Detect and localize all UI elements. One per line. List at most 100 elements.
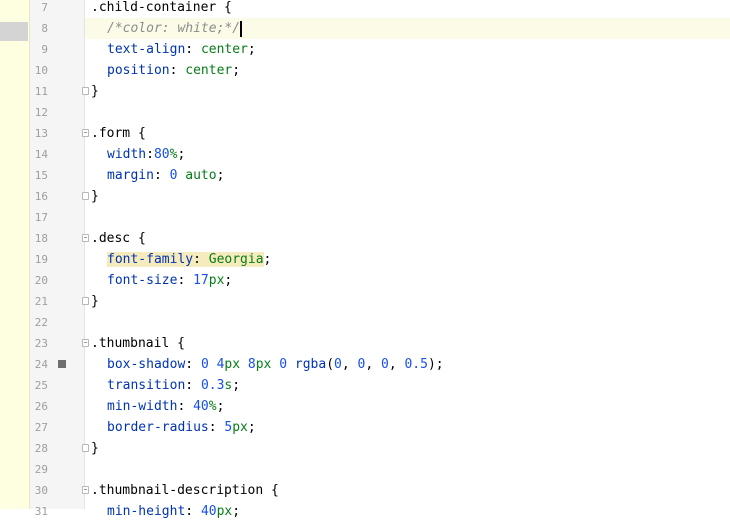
code-line-area[interactable]: font-family: Georgia;	[85, 249, 730, 270]
code-line[interactable]: 24 box-shadow: 0 4px 8px 0 rgba(0, 0, 0, …	[0, 354, 730, 375]
code-token: ;	[232, 378, 241, 393]
code-token: border-radius	[107, 420, 209, 435]
code-line[interactable]: 21}	[0, 291, 730, 312]
code-line[interactable]: 30 .thumbnail-description {	[0, 480, 730, 501]
code-line-area[interactable]: }	[85, 291, 730, 312]
code-line-area[interactable]	[85, 102, 730, 123]
code-line-area[interactable]: .desc {	[85, 228, 730, 249]
code-token: :	[185, 357, 201, 372]
code-line-area[interactable]: box-shadow: 0 4px 8px 0 rgba(0, 0, 0, 0.…	[85, 354, 730, 375]
code-line[interactable]: 14 width:80%;	[0, 144, 730, 165]
code-line-area[interactable]: text-align: center;	[85, 39, 730, 60]
code-line-area[interactable]: border-radius: 5px;	[85, 417, 730, 438]
code-line-area[interactable]: }	[85, 438, 730, 459]
code-line-area[interactable]: .thumbnail {	[85, 333, 730, 354]
code-line[interactable]: 19 font-family: Georgia;	[0, 249, 730, 270]
code-token: ;	[247, 42, 256, 57]
code-line[interactable]: 20 font-size: 17px;	[0, 270, 730, 291]
code-token: /*color: white;*/	[107, 21, 241, 36]
line-number: 15	[34, 169, 48, 182]
code-token: .thumbnail	[91, 336, 170, 351]
code-text: .desc {	[91, 228, 146, 249]
code-line-area[interactable]: width:80%;	[85, 144, 730, 165]
code-line-area[interactable]: .thumbnail-description {	[85, 480, 730, 501]
code-token: px	[224, 357, 241, 372]
code-line[interactable]: 12	[0, 102, 730, 123]
code-token: :	[153, 168, 170, 183]
line-number: 26	[34, 400, 48, 413]
code-line-area[interactable]: min-height: 40px;	[85, 501, 730, 522]
color-swatch-icon[interactable]	[58, 360, 66, 368]
code-line[interactable]: 25 transition: 0.3s;	[0, 375, 730, 396]
code-text: margin: 0 auto;	[91, 165, 224, 186]
code-line-area[interactable]: .form {	[85, 123, 730, 144]
code-line[interactable]: 22	[0, 312, 730, 333]
line-number: 30	[34, 484, 48, 497]
code-text: }	[91, 291, 99, 312]
code-line[interactable]: 7 .child-container {	[0, 0, 730, 18]
code-line-area[interactable]: position: center;	[85, 60, 730, 81]
line-number: 18	[34, 232, 48, 245]
code-line[interactable]: 16}	[0, 186, 730, 207]
code-token: }	[91, 294, 99, 309]
code-line[interactable]: 28}	[0, 438, 730, 459]
code-token: 0	[334, 357, 342, 372]
code-line[interactable]: 23 .thumbnail {	[0, 333, 730, 354]
code-token: ,	[365, 357, 381, 372]
line-number: 8	[41, 22, 48, 35]
code-text: text-align: center;	[91, 39, 256, 60]
code-text: }	[91, 81, 99, 102]
code-line[interactable]: 26 min-width: 40%;	[0, 396, 730, 417]
code-line-area[interactable]: min-width: 40%;	[85, 396, 730, 417]
line-number: 10	[34, 64, 48, 77]
line-number: 22	[34, 316, 48, 329]
code-line-area[interactable]	[85, 459, 730, 480]
code-line[interactable]: 10 position: center;	[0, 60, 730, 81]
code-token: font-size	[107, 273, 178, 288]
code-token: 0.3	[200, 378, 225, 393]
code-text: font-family: Georgia;	[91, 249, 271, 270]
line-number: 12	[34, 106, 48, 119]
code-token: :	[185, 504, 201, 519]
code-line-area[interactable]: }	[85, 81, 730, 102]
code-line-area[interactable]	[85, 207, 730, 228]
code-token: ,	[341, 357, 358, 372]
code-line-area[interactable]	[85, 312, 730, 333]
code-token: rgba	[294, 357, 327, 372]
line-number: 27	[34, 421, 48, 434]
code-token: 40	[200, 504, 217, 519]
code-line[interactable]: 27 border-radius: 5px;	[0, 417, 730, 438]
code-line[interactable]: 11}	[0, 81, 730, 102]
code-line[interactable]: 9 text-align: center;	[0, 39, 730, 60]
code-token: 0.5	[404, 357, 428, 372]
code-text: transition: 0.3s;	[91, 375, 240, 396]
code-line-area[interactable]: margin: 0 auto;	[85, 165, 730, 186]
code-line[interactable]: 15 margin: 0 auto;	[0, 165, 730, 186]
code-line-area[interactable]: }	[85, 186, 730, 207]
code-line[interactable]: 18 .desc {	[0, 228, 730, 249]
code-token: {	[130, 231, 146, 246]
code-token: center	[200, 42, 248, 57]
code-token: center	[185, 63, 233, 78]
code-token: {	[130, 126, 146, 141]
code-line-area[interactable]: /*color: white;*/	[85, 18, 730, 39]
code-token: px	[255, 357, 272, 372]
code-line[interactable]: 8 /*color: white;*/	[0, 18, 730, 39]
code-line-area[interactable]: font-size: 17px;	[85, 270, 730, 291]
code-token: }	[91, 189, 99, 204]
code-line[interactable]: 29	[0, 459, 730, 480]
code-token: transition	[107, 378, 186, 393]
code-line-area[interactable]: transition: 0.3s;	[85, 375, 730, 396]
code-token: :	[177, 273, 194, 288]
code-text: width:80%;	[91, 144, 185, 165]
code-line[interactable]: 13 .form {	[0, 123, 730, 144]
code-text: .thumbnail {	[91, 333, 185, 354]
code-token: ;	[224, 273, 233, 288]
line-number: 16	[34, 190, 48, 203]
code-line[interactable]: 17	[0, 207, 730, 228]
code-token: px	[232, 420, 248, 435]
code-token: .desc	[91, 231, 131, 246]
code-line-area[interactable]: .child-container {	[85, 0, 730, 18]
code-line[interactable]: 31 min-height: 40px;	[0, 501, 730, 522]
code-token: ;	[232, 63, 241, 78]
